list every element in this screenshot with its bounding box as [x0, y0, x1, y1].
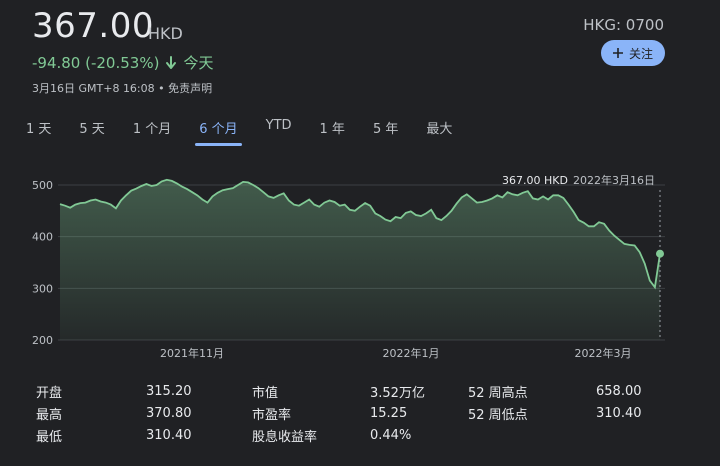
period-label: 今天: [183, 54, 214, 72]
y-tick-label: 500: [32, 179, 53, 192]
stat-label: 市盈率: [252, 407, 292, 423]
stat-label: 市值: [252, 385, 279, 401]
stat-value: 658.00: [596, 383, 642, 399]
stat-label: 股息收益率: [252, 429, 318, 445]
tooltip-value: 367.00 HKD: [502, 174, 568, 187]
tab-range[interactable]: 1 个月: [133, 116, 171, 139]
price-change: -94.80 (-20.53%) 今天: [32, 52, 213, 73]
ticker-symbol: HKG: 0700: [583, 16, 664, 34]
currency-label: HKD: [148, 24, 183, 43]
y-tick-label: 200: [32, 334, 53, 347]
tab-range[interactable]: YTD: [266, 116, 292, 139]
stats-row: 开盘 315.20 市值 3.52万亿 52 周高点 658.00: [36, 380, 696, 402]
y-tick-label: 300: [32, 282, 53, 295]
y-tick-label: 400: [32, 231, 53, 244]
arrow-down-icon: [166, 55, 177, 69]
stat-value: 315.20: [146, 383, 192, 399]
plus-icon: [612, 48, 623, 58]
price-chart[interactable]: 500 400 300 200 367.00 HKD 2022年3月16日 2021年…: [0, 160, 720, 365]
tab-range[interactable]: 5 年: [373, 116, 398, 139]
x-tick-label: 2021年11月: [160, 346, 224, 360]
tab-range[interactable]: 1 年: [320, 116, 345, 139]
stat-value: 0.44%: [370, 427, 412, 443]
follow-button[interactable]: 关注: [601, 40, 665, 66]
tooltip-date: 2022年3月16日: [573, 173, 655, 187]
tab-range[interactable]: 5 天: [79, 116, 104, 139]
follow-label: 关注: [628, 46, 653, 61]
stat-value: 310.40: [146, 427, 192, 443]
stat-label: 52 周高点: [468, 385, 528, 401]
stat-value: 3.52万亿: [370, 385, 425, 401]
stats-row: 最高 370.80 市盈率 15.25 52 周低点 310.40: [36, 402, 696, 424]
x-tick-label: 2022年3月: [575, 346, 632, 360]
timestamp-disclaimer[interactable]: 3月16日 GMT+8 16:08 • 免责声明: [32, 80, 212, 96]
stats-row: 最低 310.40 股息收益率 0.44%: [36, 424, 696, 446]
tab-range[interactable]: 最大: [426, 116, 452, 139]
stat-label: 最低: [36, 429, 63, 445]
stat-label: 52 周低点: [468, 407, 528, 423]
price-area: [60, 179, 660, 340]
stat-value: 15.25: [370, 405, 408, 421]
stock-price: 367.00: [32, 6, 154, 46]
stats-table: 开盘 315.20 市值 3.52万亿 52 周高点 658.00 最高 370.80 市盈率 1…: [36, 380, 696, 446]
cursor-dot: [656, 249, 664, 258]
price-change-value: -94.80 (-20.53%): [32, 53, 160, 72]
stat-label: 开盘: [36, 385, 63, 401]
stat-value: 370.80: [146, 405, 192, 421]
tab-range[interactable]: 1 天: [26, 116, 51, 139]
stat-label: 最高: [36, 407, 63, 423]
range-tabs: 1 天 5 天 1 个月 6 个月 YTD 1 年 5 年 最大: [26, 116, 480, 146]
tab-range[interactable]: 6 个月: [195, 116, 243, 146]
stat-value: 310.40: [596, 405, 642, 421]
x-tick-label: 2022年1月: [383, 346, 440, 360]
